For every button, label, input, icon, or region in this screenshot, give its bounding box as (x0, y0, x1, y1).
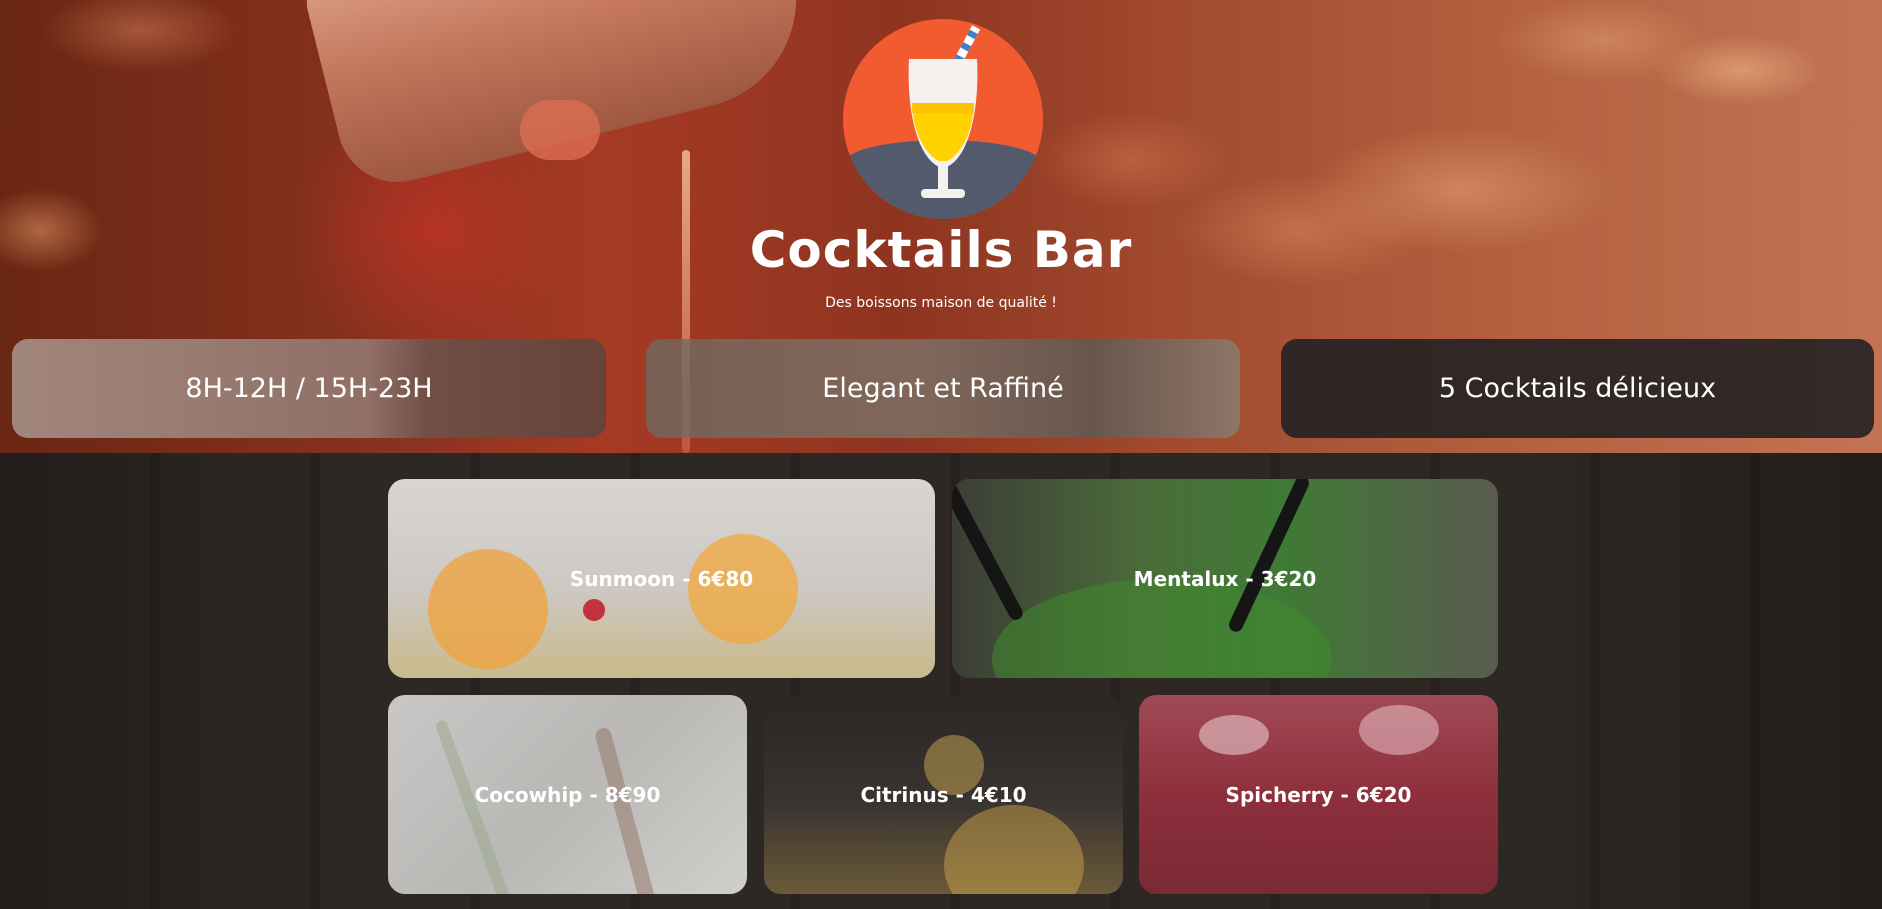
cherry-decoration (583, 599, 605, 621)
site-title: Cocktails Bar (749, 221, 1133, 279)
cocktail-card-label: Mentalux - 3€20 (1133, 566, 1317, 591)
orange-slice-decoration (428, 549, 548, 669)
cocktail-card-citrinus[interactable]: Citrinus - 4€10 (764, 695, 1123, 894)
info-card-label: 5 Cocktails délicieux (1438, 372, 1717, 404)
ice-decoration (1359, 705, 1439, 755)
ice-decoration (1199, 715, 1269, 755)
mint-glass-decoration (992, 579, 1332, 678)
info-card-style: Elegant et Raffiné (646, 339, 1240, 438)
site-tagline: Des boissons maison de qualité ! (825, 295, 1057, 311)
cocktail-glass-logo-icon (843, 19, 1043, 219)
info-card-label: 8H-12H / 15H-23H (185, 372, 433, 404)
hero-background-shaker (300, 0, 820, 195)
cocktail-card-label: Cocowhip - 8€90 (474, 782, 661, 807)
cocktail-card-label: Citrinus - 4€10 (860, 782, 1027, 807)
straw-decoration (952, 479, 1026, 623)
cocktail-card-label: Sunmoon - 6€80 (569, 566, 754, 591)
straw-decoration (593, 726, 659, 894)
hero-header: Cocktails Bar Des boissons maison de qua… (0, 0, 1882, 453)
cocktail-card-sunmoon[interactable]: Sunmoon - 6€80 (388, 479, 935, 678)
cocktail-card-mentalux[interactable]: Mentalux - 3€20 (952, 479, 1498, 678)
lemon-decoration (944, 805, 1084, 894)
info-card-opening-hours: 8H-12H / 15H-23H (12, 339, 606, 438)
info-card-label: Elegant et Raffiné (822, 372, 1064, 404)
cocktail-card-cocowhip[interactable]: Cocowhip - 8€90 (388, 695, 747, 894)
hero-background-hand (520, 100, 600, 160)
cocktail-card-label: Spicherry - 6€20 (1225, 782, 1412, 807)
info-card-cocktail-count: 5 Cocktails délicieux (1281, 339, 1874, 438)
cocktail-card-spicherry[interactable]: Spicherry - 6€20 (1139, 695, 1498, 894)
